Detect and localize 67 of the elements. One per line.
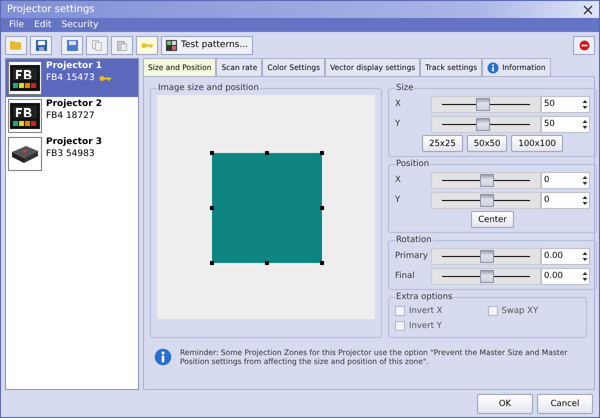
dialog-button[interactable]: OK [477, 394, 533, 414]
floppy-icon [66, 40, 78, 50]
spin-arrows-icon[interactable] [581, 194, 589, 206]
preset-button[interactable]: 50x50 [466, 135, 508, 152]
folder-icon [10, 40, 22, 50]
info-icon [154, 348, 172, 366]
menu-item[interactable]: File [9, 20, 24, 30]
spin-field[interactable]: 0 [541, 172, 590, 188]
checkbox[interactable]: Swap XY [488, 306, 580, 316]
center-button[interactable]: Center [471, 211, 514, 228]
field-label: X [395, 175, 402, 185]
group-title: Rotation [395, 235, 433, 245]
slider[interactable] [431, 96, 541, 112]
spin-arrows-icon[interactable] [581, 174, 589, 186]
group-title: Position [395, 159, 430, 169]
spin-field[interactable]: 0.00 [541, 248, 590, 264]
group-title: Image size and position [157, 83, 260, 93]
stop-button[interactable] [573, 36, 595, 54]
slider[interactable] [431, 248, 541, 264]
group-title: Size [395, 83, 414, 93]
serial-number: FB4 15473 [46, 73, 95, 83]
field-label: X [395, 99, 402, 109]
test-patterns-button[interactable]: Test patterns... [161, 36, 253, 54]
slider[interactable] [431, 268, 541, 284]
copy-icon [92, 40, 102, 50]
save-button[interactable] [30, 36, 52, 54]
field-label: Final [395, 271, 416, 281]
slider[interactable] [431, 172, 541, 188]
projector-name: Projector 3 [46, 137, 102, 147]
device-icon [10, 144, 40, 164]
preset-button[interactable]: 25x25 [422, 135, 463, 152]
spin-arrows-icon[interactable] [581, 270, 589, 282]
spin-arrows-icon[interactable] [581, 98, 589, 110]
window-title: Projector settings [7, 4, 94, 15]
preset-button[interactable]: 100x100 [511, 135, 563, 152]
save-as-button[interactable] [61, 36, 83, 54]
floppy-icon [36, 40, 46, 50]
key-icon [141, 42, 153, 48]
pattern-icon [166, 40, 178, 50]
spin-arrows-icon[interactable] [581, 250, 589, 262]
menu-item[interactable]: Security [62, 20, 98, 30]
stop-icon [578, 40, 590, 50]
spin-field[interactable]: 50 [541, 96, 590, 112]
menu-item[interactable]: Edit [34, 20, 52, 30]
field-label: Y [395, 119, 402, 129]
spin-arrows-icon[interactable] [581, 118, 589, 130]
serial-number: FB4 18727 [46, 111, 95, 121]
checkbox[interactable]: Invert X [395, 306, 488, 316]
projector-name: Projector 1 [46, 61, 104, 71]
spin-field[interactable]: 0 [541, 192, 590, 208]
slider[interactable] [431, 116, 541, 132]
close-icon[interactable] [583, 4, 593, 14]
projector-item[interactable]: Projector 1 FB4 15473 [6, 59, 138, 97]
paste-icon [117, 40, 127, 50]
serial-number: FB3 54983 [46, 149, 95, 159]
projector-name: Projector 2 [46, 99, 102, 109]
spin-field[interactable]: 0.00 [541, 268, 590, 284]
field-label: Primary [395, 251, 429, 261]
key-icon [98, 74, 111, 82]
info-icon [487, 62, 500, 74]
image-frame-drawing[interactable] [210, 151, 324, 265]
dialog-button[interactable]: Cancel [537, 394, 593, 414]
group-title: Extra options [395, 292, 454, 302]
slider[interactable] [431, 192, 541, 208]
spin-field[interactable]: 50 [541, 116, 590, 132]
field-label: Y [395, 195, 402, 205]
checkbox[interactable]: Invert Y [395, 321, 488, 331]
